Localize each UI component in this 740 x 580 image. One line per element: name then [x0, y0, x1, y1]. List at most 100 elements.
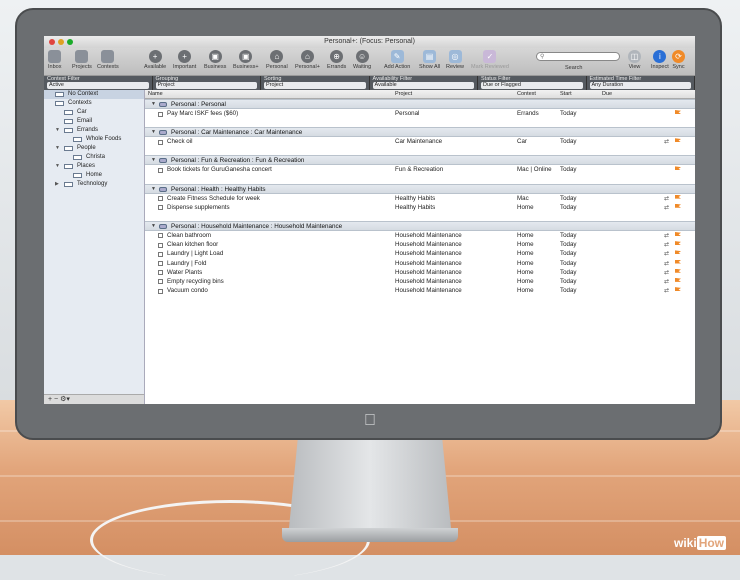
mark-reviewed-button[interactable]: ✓ Mark Reviewed: [471, 50, 509, 70]
zoom-icon[interactable]: [67, 39, 73, 45]
task-checkbox[interactable]: [158, 196, 163, 202]
disclosure-triangle-icon[interactable]: ▼: [151, 101, 156, 107]
inspect-button[interactable]: i Inspect: [651, 50, 669, 70]
view-button[interactable]: ◫ View: [628, 50, 641, 70]
flag-icon[interactable]: [675, 138, 681, 143]
task-row[interactable]: Empty recycling bins Household Maintenanc…: [145, 277, 695, 286]
sidebar-item[interactable]: No Context: [44, 90, 144, 99]
column-name[interactable]: Name: [148, 91, 163, 97]
disclosure-triangle-icon[interactable]: ▼: [55, 126, 60, 135]
disclosure-triangle-icon[interactable]: ▼: [55, 144, 60, 153]
task-row[interactable]: Pay Marc ISKF fees ($60) Personal Errands T…: [145, 109, 695, 118]
filter-select[interactable]: Any Duration: [589, 82, 691, 89]
task-row[interactable]: Laundry | Fold Household Maintenance Home T…: [145, 259, 695, 268]
disclosure-triangle-icon[interactable]: ▼: [151, 186, 156, 192]
flag-icon[interactable]: [675, 241, 681, 246]
task-checkbox[interactable]: [158, 242, 163, 248]
errands-button[interactable]: ⊕ Errands: [327, 50, 346, 70]
important-button[interactable]: + Important: [173, 50, 196, 70]
business-plus-button[interactable]: ▣ Business+: [233, 50, 259, 70]
task-name[interactable]: Book tickets for GuruGanesha concert: [167, 166, 272, 173]
contexts-button[interactable]: Contexts: [97, 50, 119, 70]
sidebar-item[interactable]: ▼ People: [44, 144, 144, 153]
inbox-button[interactable]: Inbox: [48, 50, 61, 70]
business-button[interactable]: ▣ Business: [204, 50, 226, 70]
disclosure-triangle-icon[interactable]: ▶: [55, 180, 59, 189]
flag-icon[interactable]: [675, 110, 681, 114]
task-checkbox[interactable]: [158, 279, 163, 285]
available-button[interactable]: + Available: [144, 50, 166, 70]
sidebar-item[interactable]: Home: [44, 171, 144, 180]
sidebar-item[interactable]: Contexts: [44, 99, 144, 108]
project-group-row[interactable]: ▼ Personal : Fun & Recreation : Fun & Rec…: [145, 155, 695, 166]
project-group-row[interactable]: ▼ Personal : Health : Healthy Habits: [145, 183, 695, 194]
flag-icon[interactable]: [675, 259, 681, 264]
show-all-button[interactable]: ▤ Show All: [419, 50, 440, 70]
task-name[interactable]: Vacuum condo: [167, 287, 208, 294]
task-checkbox[interactable]: [158, 233, 163, 239]
task-name[interactable]: Water Plants: [167, 269, 202, 276]
task-checkbox[interactable]: [158, 111, 163, 117]
add-action-button[interactable]: ✎ Add Action: [384, 50, 410, 70]
task-name[interactable]: Dispense supplements: [167, 204, 230, 211]
task-name[interactable]: Laundry | Light Load: [167, 250, 223, 257]
column-due[interactable]: Due: [602, 91, 612, 97]
task-row[interactable]: Laundry | Light Load Household Maintenanc…: [145, 249, 695, 258]
sidebar-item[interactable]: Car: [44, 108, 144, 117]
minimize-icon[interactable]: [58, 39, 64, 45]
search-input[interactable]: ⚲: [536, 52, 620, 61]
task-row[interactable]: Clean kitchen floor Household Maintenance…: [145, 240, 695, 249]
sidebar-item[interactable]: Email: [44, 117, 144, 126]
task-name[interactable]: Check oil: [167, 138, 192, 145]
sidebar-item[interactable]: Whole Foods: [44, 135, 144, 144]
column-project[interactable]: Project: [395, 91, 412, 97]
personal-plus-button[interactable]: ⌂ Personal+: [295, 50, 320, 70]
flag-icon[interactable]: [675, 268, 681, 273]
sidebar-item[interactable]: ▼ Places: [44, 162, 144, 171]
column-start[interactable]: Start: [560, 91, 572, 97]
task-row[interactable]: Vacuum condo Household Maintenance Home Tod…: [145, 286, 695, 295]
filter-select[interactable]: Available: [372, 82, 474, 89]
task-checkbox[interactable]: [158, 261, 163, 266]
flag-icon[interactable]: [675, 250, 681, 255]
task-checkbox[interactable]: [158, 288, 163, 294]
task-row[interactable]: Dispense supplements Healthy Habits Home To…: [145, 203, 695, 212]
sidebar-item[interactable]: Christa: [44, 153, 144, 162]
column-context[interactable]: Context: [517, 91, 536, 97]
flag-icon[interactable]: [675, 203, 681, 208]
sync-button[interactable]: ⟳ Sync: [672, 50, 685, 70]
filter-select[interactable]: Project: [155, 82, 257, 89]
project-group-row[interactable]: ▼ Personal : Car Maintenance : Car Mainte…: [145, 127, 695, 138]
filter-select[interactable]: Due or Flagged: [481, 82, 583, 89]
task-name[interactable]: Create Fitness Schedule for week: [167, 195, 260, 202]
filter-select[interactable]: Active: [47, 82, 149, 89]
task-name[interactable]: Empty recycling bins: [167, 278, 224, 285]
task-row[interactable]: Water Plants Household Maintenance Home Tod…: [145, 268, 695, 277]
task-checkbox[interactable]: [158, 270, 163, 276]
close-icon[interactable]: [49, 39, 55, 45]
disclosure-triangle-icon[interactable]: ▼: [55, 162, 60, 171]
waiting-button[interactable]: ☺ Waiting: [353, 50, 371, 70]
flag-icon[interactable]: [675, 287, 681, 292]
task-row[interactable]: Book tickets for GuruGanesha concert Fun …: [145, 165, 695, 174]
task-name[interactable]: Clean kitchen floor: [167, 241, 218, 248]
task-name[interactable]: Laundry | Fold: [167, 260, 206, 267]
disclosure-triangle-icon[interactable]: ▼: [151, 129, 156, 135]
project-group-row[interactable]: ▼ Personal : Household Maintenance : Hous…: [145, 220, 695, 231]
task-checkbox[interactable]: [158, 251, 163, 257]
task-name[interactable]: Pay Marc ISKF fees ($60): [167, 110, 238, 117]
task-row[interactable]: Create Fitness Schedule for week Healthy …: [145, 194, 695, 203]
task-checkbox[interactable]: [158, 139, 163, 145]
task-row[interactable]: Check oil Car Maintenance Car Today ⇄: [145, 137, 695, 146]
project-group-row[interactable]: ▼ Personal : Personal: [145, 99, 695, 109]
task-checkbox[interactable]: [158, 167, 163, 173]
task-checkbox[interactable]: [158, 205, 163, 211]
flag-icon[interactable]: [675, 194, 681, 199]
sidebar-footer[interactable]: + − ⚙▾: [44, 394, 144, 404]
task-row[interactable]: Clean bathroom Household Maintenance Home T…: [145, 231, 695, 240]
flag-icon[interactable]: [675, 166, 681, 171]
disclosure-triangle-icon[interactable]: ▼: [151, 223, 156, 229]
sidebar-item[interactable]: ▶ Technology: [44, 180, 144, 189]
disclosure-triangle-icon[interactable]: ▼: [151, 157, 156, 163]
filter-select[interactable]: Project: [264, 82, 366, 89]
